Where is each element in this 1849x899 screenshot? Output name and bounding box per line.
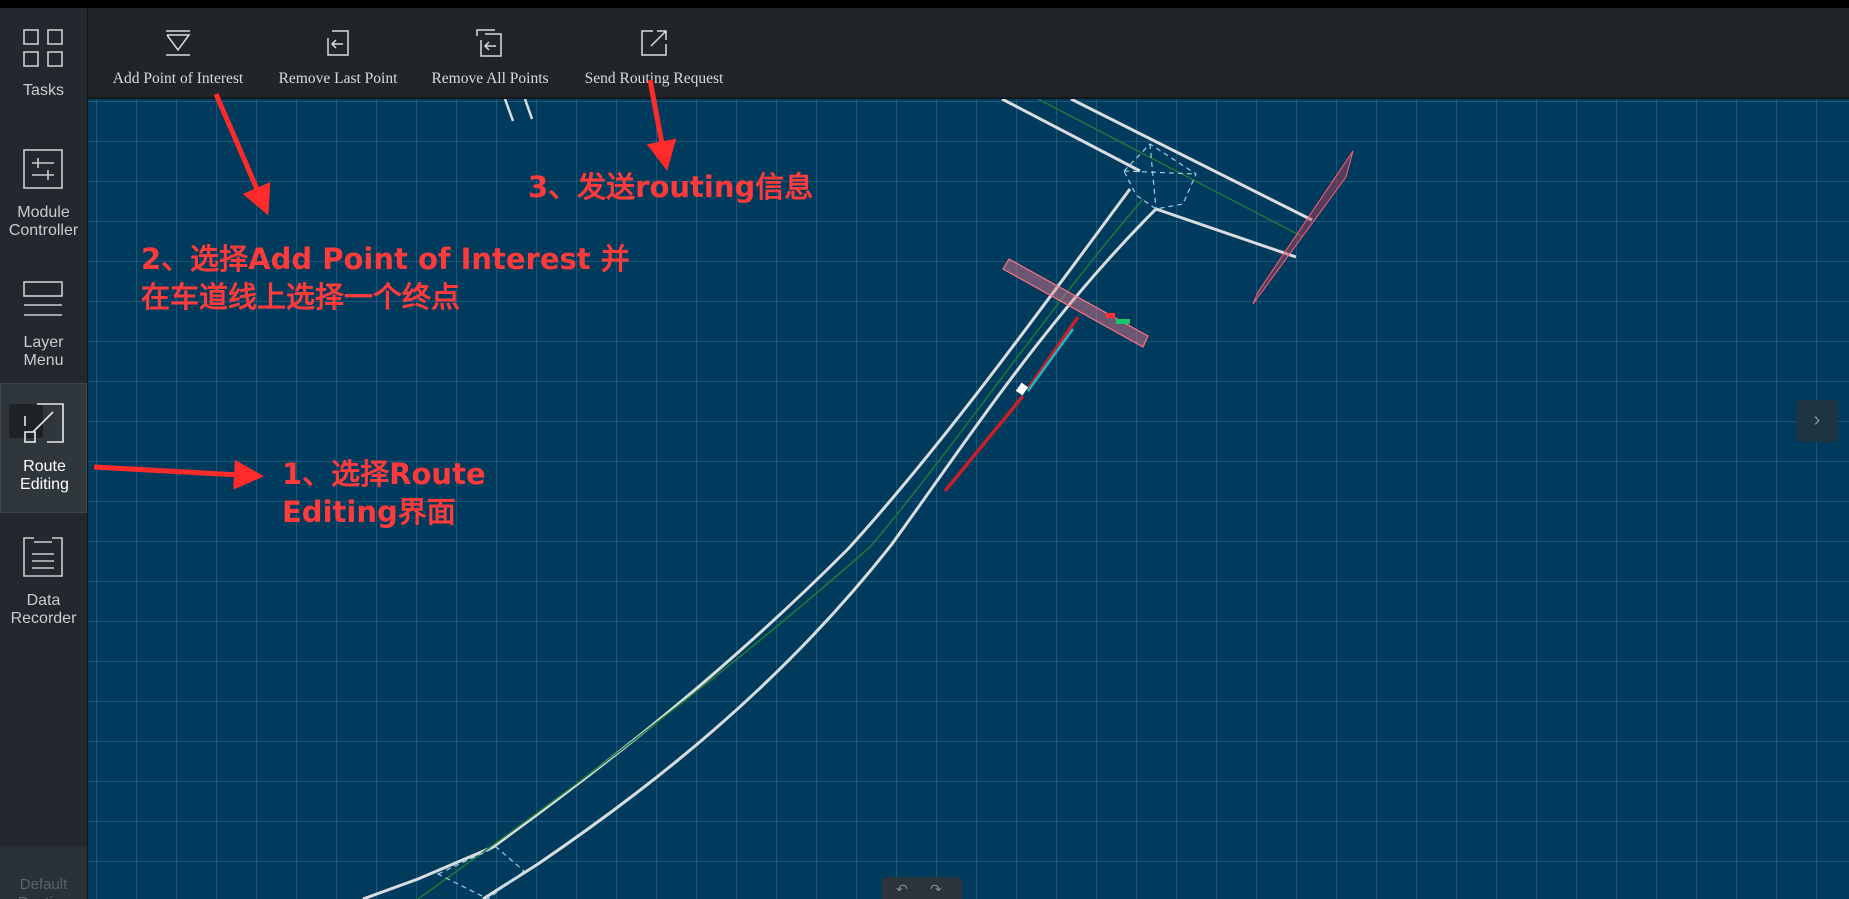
sidebar-item-tasks[interactable]: Tasks <box>0 8 87 138</box>
default-routing-button[interactable]: Default Routing <box>0 846 87 899</box>
remove-last-point-button[interactable]: Remove Last Point <box>276 8 400 97</box>
sidebar-item-label: Data Recorder <box>10 592 77 627</box>
sidebar-item-label: Layer Menu <box>23 334 64 369</box>
sidebar-item-label: Module Controller <box>8 204 79 239</box>
routing-path <box>943 316 1080 493</box>
sidebar-item-layer-menu[interactable]: Layer Menu <box>0 260 87 390</box>
send-routing-request-button[interactable]: Send Routing Request <box>579 8 729 97</box>
remove-last-icon <box>327 30 349 56</box>
send-routing-label: Send Routing Request <box>584 70 724 87</box>
sidebar: Tasks Module Controller Layer Menu Route… <box>0 8 88 899</box>
sidebar-item-module-controller[interactable]: Module Controller <box>0 130 87 260</box>
add-point-label: Add Point of Interest <box>112 70 244 87</box>
annotation-step-1: 1、选择Route Editing界面 <box>282 457 486 529</box>
sidebar-item-label: Route Editing <box>20 458 69 493</box>
module-controller-icon <box>23 149 63 189</box>
remove-all-points-button[interactable]: Remove All Points <box>425 8 555 97</box>
send-routing-icon <box>641 30 667 56</box>
layer-menu-icon <box>23 281 63 316</box>
map-history-nav: ↶ ↷ <box>882 877 962 899</box>
lane-center-lines <box>417 99 1304 899</box>
remove-last-label: Remove Last Point <box>278 70 398 87</box>
remove-all-label: Remove All Points <box>431 70 549 87</box>
junction-stop-marker <box>1252 150 1354 305</box>
redo-button[interactable]: ↷ <box>930 881 942 898</box>
annotation-step-2: 2、选择Add Point of Interest 并 在车道线上选择一个终点 <box>141 242 630 314</box>
sidebar-item-data-recorder[interactable]: Data Recorder <box>0 518 87 648</box>
undo-button[interactable]: ↶ <box>896 881 908 898</box>
window-top-edge <box>0 0 1849 8</box>
side-panel-toggle[interactable]: › <box>1796 400 1838 442</box>
route-editing-toolbar: Add Point of Interest Remove Last Point … <box>88 8 1849 99</box>
road-fragment <box>503 99 534 122</box>
sidebar-item-route-editing[interactable]: Route Editing <box>0 383 87 513</box>
remove-all-icon <box>476 29 502 57</box>
data-recorder-icon <box>23 537 63 577</box>
tasks-icon <box>23 29 63 67</box>
add-point-icon <box>166 30 191 56</box>
route-editing-icon <box>24 403 64 443</box>
annotation-step-3: 3、发送routing信息 <box>528 170 814 204</box>
add-point-of-interest-button[interactable]: Add Point of Interest <box>108 8 248 97</box>
point-of-interest-marker <box>1002 258 1149 348</box>
road-boundaries <box>362 99 1313 899</box>
sidebar-item-label: Tasks <box>23 82 64 99</box>
